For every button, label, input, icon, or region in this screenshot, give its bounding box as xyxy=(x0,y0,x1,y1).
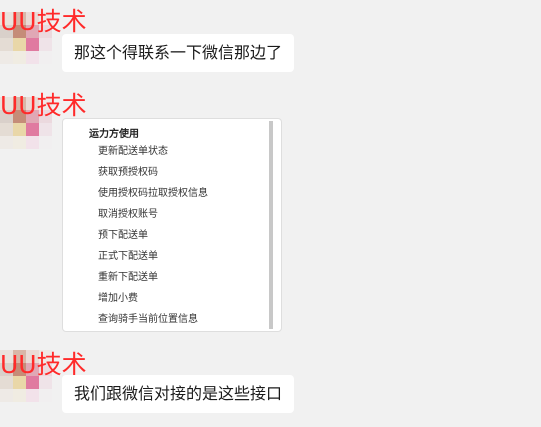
image-message[interactable]: 运力方使用 更新配送单状态 获取预授权码 使用授权码拉取授权信息 取消授权账号 … xyxy=(62,118,282,332)
avatar-pixel xyxy=(0,389,13,402)
menu-item: 获取预授权码 xyxy=(98,167,158,178)
menu-item: 正式下配送单 xyxy=(98,251,158,262)
avatar-pixel xyxy=(26,136,39,149)
watermark-text: UU技术 xyxy=(0,7,87,36)
avatar-pixel xyxy=(0,136,13,149)
avatar-pixel xyxy=(13,38,26,51)
avatar-pixel xyxy=(39,389,52,402)
menu-item: 使用授权码拉取授权信息 xyxy=(98,188,208,199)
menu-item: 预下配送单 xyxy=(98,230,148,241)
avatar-pixel xyxy=(26,123,39,136)
menu-item: 取消授权账号 xyxy=(98,209,158,220)
avatar-pixel xyxy=(39,123,52,136)
avatar-pixel xyxy=(13,51,26,64)
message-bubble[interactable]: 那这个得联系一下微信那边了 xyxy=(62,34,295,72)
avatar-pixel xyxy=(13,123,26,136)
avatar-pixel xyxy=(13,389,26,402)
avatar-pixel xyxy=(0,123,13,136)
menu-title: 运力方使用 xyxy=(89,129,139,140)
avatar-pixel xyxy=(39,136,52,149)
avatar-pixel xyxy=(39,51,52,64)
menu-item: 重新下配送单 xyxy=(98,272,158,283)
message-bubble[interactable]: 我们跟微信对接的是这些接口 xyxy=(62,375,295,413)
menu-item: 更新配送单状态 xyxy=(98,146,168,157)
menu-item: 查询骑手当前位置信息 xyxy=(98,314,198,325)
avatar-pixel xyxy=(13,136,26,149)
menu-item: 增加小费 xyxy=(98,293,138,304)
avatar-pixel xyxy=(39,38,52,51)
avatar-pixel xyxy=(0,38,13,51)
avatar-pixel xyxy=(26,389,39,402)
avatar-pixel xyxy=(26,38,39,51)
avatar-pixel xyxy=(26,51,39,64)
image-scrollbar xyxy=(269,121,273,329)
watermark-text: UU技术 xyxy=(0,91,87,120)
avatar-pixel xyxy=(0,51,13,64)
